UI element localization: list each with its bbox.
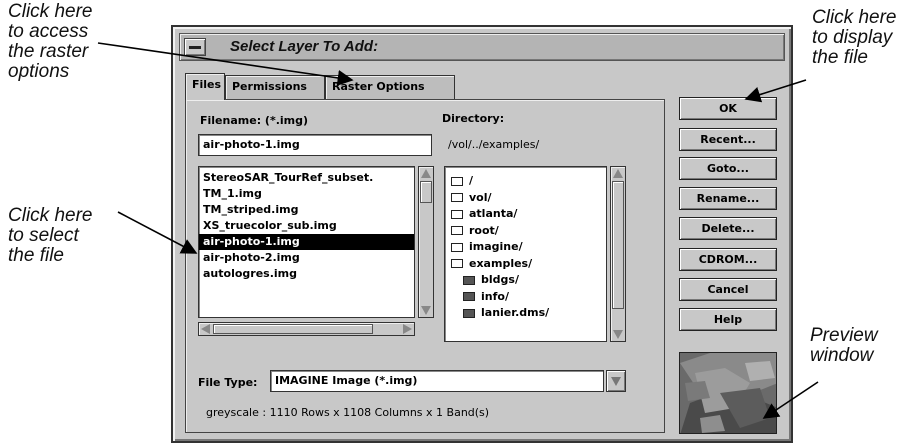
file-list-item[interactable]: TM_1.img [199, 186, 414, 202]
callout-display-file: Click here to display the file [812, 7, 897, 68]
directory-list[interactable]: / vol/atlanta/root/imagine/examples/bldgs… [444, 166, 607, 342]
open-folder-icon [451, 259, 463, 269]
filename-input[interactable]: air-photo-1.img [198, 134, 432, 156]
directory-list-item[interactable]: imagine/ [445, 239, 606, 256]
tab-raster-options[interactable]: Raster Options [325, 75, 455, 99]
callout-preview-window: Preview window [810, 325, 878, 366]
directory-list-item[interactable]: root/ [445, 223, 606, 240]
files-panel: Filename: (*.img) air-photo-1.img Direct… [185, 99, 665, 433]
scroll-down-arrow-icon[interactable] [613, 330, 623, 339]
scroll-up-arrow-icon[interactable] [421, 169, 431, 178]
scroll-thumb[interactable] [420, 181, 432, 203]
open-folder-icon [451, 176, 463, 186]
preview-window [679, 352, 777, 434]
window-menu-button[interactable] [184, 38, 206, 56]
filetype-select[interactable]: IMAGINE Image (*.img) [270, 370, 604, 392]
open-folder-icon [451, 226, 463, 236]
directory-list-item[interactable]: atlanta/ [445, 206, 606, 223]
select-layer-dialog: Select Layer To Add: Files Permissions R… [171, 25, 793, 443]
directory-list-item[interactable]: examples/ [445, 256, 606, 273]
closed-folder-icon [463, 292, 475, 302]
scroll-up-arrow-icon[interactable] [613, 169, 623, 178]
preview-image [680, 353, 776, 433]
directory-list-item[interactable]: lanier.dms/ [445, 305, 606, 322]
hscroll-thumb[interactable] [213, 324, 373, 334]
goto-button[interactable]: Goto... [679, 157, 777, 180]
directory-list-vertical-scrollbar[interactable] [610, 166, 626, 342]
callout-raster-options: Click here to access the raster options [8, 1, 93, 82]
rename-button[interactable]: Rename... [679, 187, 777, 210]
scroll-left-arrow-icon[interactable] [201, 324, 210, 334]
callout-select-file: Click here to select the file [8, 205, 93, 266]
scroll-right-arrow-icon[interactable] [403, 324, 412, 334]
directory-item-label: examples/ [469, 256, 533, 270]
file-list-item[interactable]: TM_striped.img [199, 202, 414, 218]
file-list-horizontal-scrollbar[interactable] [198, 322, 415, 336]
image-info-status: greyscale : 1110 Rows x 1108 Columns x 1… [206, 406, 490, 419]
filename-label: Filename: (*.img) [200, 114, 309, 127]
open-folder-icon [451, 193, 463, 203]
file-list-item[interactable]: StereoSAR_TourRef_subset. [199, 170, 414, 186]
cdrom-button[interactable]: CDROM... [679, 248, 777, 271]
directory-label: Directory: [442, 112, 505, 125]
directory-list-item[interactable]: info/ [445, 289, 606, 306]
filetype-label: File Type: [198, 376, 258, 389]
open-folder-icon [451, 242, 463, 252]
title-bar[interactable]: Select Layer To Add: [179, 33, 785, 61]
file-list-item[interactable]: air-photo-1.img [199, 234, 414, 250]
directory-list-item[interactable]: vol/ [445, 190, 606, 207]
directory-item-label: imagine/ [469, 240, 523, 254]
chevron-down-icon [611, 377, 621, 386]
scroll-thumb[interactable] [612, 181, 624, 309]
delete-button[interactable]: Delete... [679, 217, 777, 240]
directory-item-label: vol/ [469, 190, 492, 204]
directory-item-label: bldgs/ [481, 273, 519, 287]
tab-files[interactable]: Files [185, 73, 225, 100]
directory-item-label: lanier.dms/ [481, 306, 550, 320]
directory-item-label: info/ [481, 289, 509, 303]
file-list-item[interactable]: air-photo-2.img [199, 250, 414, 266]
dialog-title: Select Layer To Add: [230, 38, 379, 55]
directory-item-label: atlanta/ [469, 207, 518, 221]
closed-folder-icon [463, 308, 475, 318]
closed-folder-icon [463, 275, 475, 285]
tab-permissions[interactable]: Permissions [225, 75, 325, 99]
scroll-down-arrow-icon[interactable] [421, 306, 431, 315]
directory-list-item[interactable]: / [445, 173, 606, 190]
file-list-item[interactable]: XS_truecolor_sub.img [199, 218, 414, 234]
filetype-dropdown-button[interactable] [606, 370, 626, 392]
recent-button[interactable]: Recent... [679, 128, 777, 151]
file-list[interactable]: StereoSAR_TourRef_subset. TM_1.img TM_stri… [198, 166, 415, 318]
directory-list-item[interactable]: bldgs/ [445, 272, 606, 289]
directory-item-label: / [469, 174, 474, 188]
help-button[interactable]: Help [679, 308, 777, 331]
directory-path: /vol/../examples/ [448, 138, 540, 151]
directory-item-label: root/ [469, 223, 499, 237]
cancel-button[interactable]: Cancel [679, 278, 777, 301]
open-folder-icon [451, 209, 463, 219]
file-list-item[interactable]: autologres.img [199, 266, 414, 282]
ok-button[interactable]: OK [679, 97, 777, 120]
file-list-vertical-scrollbar[interactable] [418, 166, 434, 318]
